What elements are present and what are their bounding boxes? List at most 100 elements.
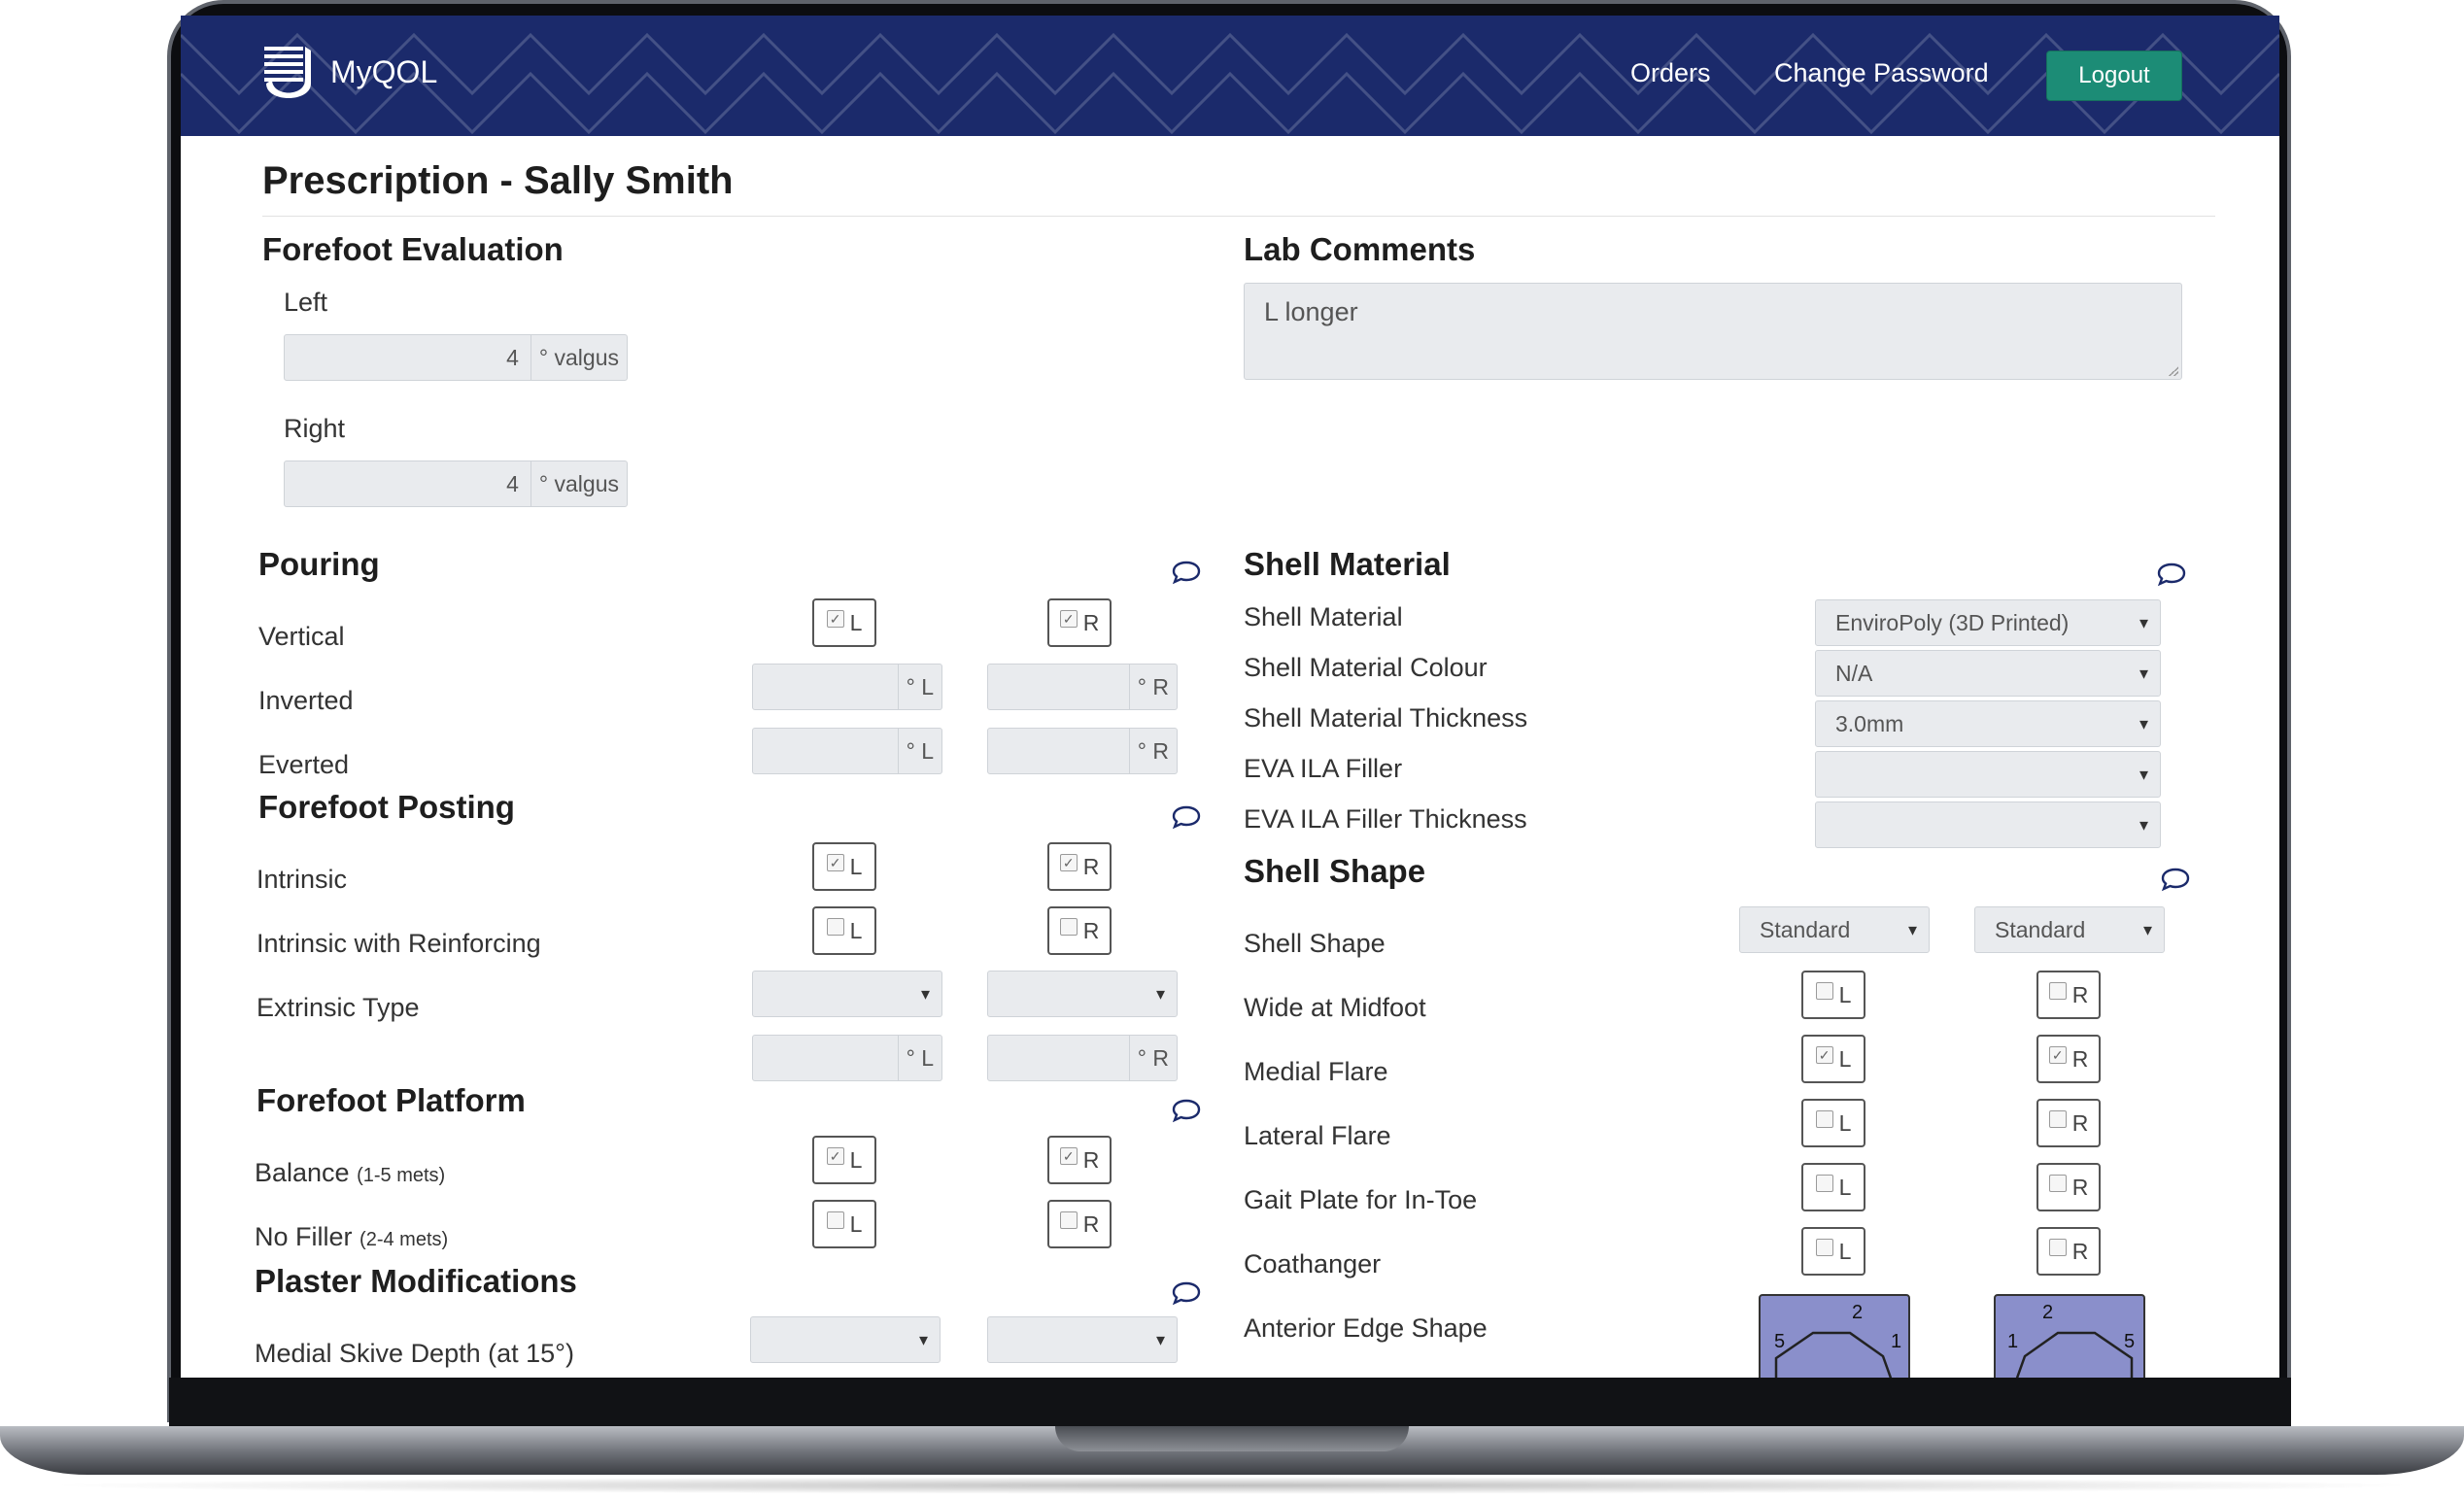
side-label: L [849, 1146, 863, 1173]
side-label: R [2071, 1174, 2089, 1200]
coathanger-left-checkbox[interactable]: L [1801, 1227, 1865, 1276]
deg-l-unit: ° L [897, 729, 941, 773]
app-screen: MyQOL Orders Change Password Logout Pres… [181, 16, 2279, 1378]
shell-shape-label: Shell Shape [1244, 929, 1386, 958]
no-filler-left-checkbox[interactable]: L [812, 1200, 876, 1248]
intrinsic-label: Intrinsic [257, 865, 348, 894]
medial-skive-left-select[interactable] [750, 1316, 941, 1363]
side-label: R [1082, 853, 1100, 879]
checkbox-box: ✓ [1815, 1046, 1833, 1064]
medial-flare-left-checkbox[interactable]: ✓ L [1801, 1035, 1865, 1083]
inverted-left-input[interactable]: ° L [752, 664, 942, 710]
gait-plate-left-checkbox[interactable]: L [1801, 1163, 1865, 1211]
gait-plate-right-checkbox[interactable]: R [2036, 1163, 2101, 1211]
no-filler-note: (2-4 mets) [359, 1229, 449, 1250]
side-label: L [849, 1210, 863, 1237]
left-label: Left [284, 288, 328, 317]
side-label: R [2071, 1045, 2089, 1072]
vertical-label: Vertical [258, 622, 345, 651]
forefoot-left-value: 4 [506, 345, 519, 370]
everted-right-input[interactable]: ° R [987, 728, 1178, 774]
lateral-flare-right-checkbox[interactable]: R [2036, 1099, 2101, 1147]
coathanger-label: Coathanger [1244, 1249, 1382, 1278]
no-filler-label: No Filler (2-4 mets) [255, 1222, 448, 1252]
lab-comments-textarea[interactable]: L longer [1244, 283, 2182, 380]
anterior-edge-right-image[interactable]: 1 2 5 [1994, 1294, 2145, 1378]
shell-thickness-select[interactable]: 3.0mm [1815, 700, 2161, 747]
balance-right-checkbox[interactable]: ✓ R [1047, 1136, 1112, 1184]
shell-shape-comment-icon[interactable] [2161, 867, 2190, 892]
plaster-modifications-heading: Plaster Modifications [255, 1263, 577, 1299]
nav-orders[interactable]: Orders [1630, 58, 1711, 88]
everted-label: Everted [258, 750, 350, 779]
laptop-notch [1055, 1426, 1409, 1451]
pouring-comment-icon[interactable] [1172, 560, 1201, 585]
checkbox-box: ✓ [826, 1147, 844, 1165]
anterior-edge-label: Anterior Edge Shape [1244, 1313, 1488, 1343]
shell-material-select[interactable]: EnviroPoly (3D Printed) [1815, 599, 2161, 646]
plaster-comment-icon[interactable] [1172, 1280, 1201, 1306]
checkbox-box: ✓ [1059, 610, 1078, 628]
brand[interactable]: MyQOL [262, 41, 437, 103]
checkbox-box [2048, 982, 2067, 1000]
shell-material-label: Shell Material [1244, 602, 1403, 631]
lab-comments-heading: Lab Comments [1244, 231, 1476, 267]
extrinsic-left-degree-input[interactable]: ° L [752, 1035, 942, 1081]
edge-label: 5 [1774, 1331, 1786, 1352]
side-label: R [2071, 1238, 2089, 1264]
coathanger-right-checkbox[interactable]: R [2036, 1227, 2101, 1276]
no-filler-text: No Filler [255, 1222, 353, 1251]
vertical-left-checkbox[interactable]: ✓ L [812, 598, 876, 647]
checkbox-box [1059, 1211, 1078, 1229]
checkbox-box: ✓ [2048, 1046, 2067, 1064]
eva-thickness-select[interactable] [1815, 801, 2161, 848]
balance-text: Balance [255, 1158, 350, 1187]
medial-skive-right-select[interactable] [987, 1316, 1178, 1363]
logout-button[interactable]: Logout [2046, 51, 2182, 101]
forefoot-posting-comment-icon[interactable] [1172, 804, 1201, 830]
checkbox-box [826, 918, 844, 936]
medial-skive-label: Medial Skive Depth (at 15°) [255, 1339, 574, 1368]
lateral-flare-left-checkbox[interactable]: L [1801, 1099, 1865, 1147]
forefoot-left-input[interactable]: 4 ° valgus [284, 334, 628, 381]
wide-midfoot-left-checkbox[interactable]: L [1801, 971, 1865, 1019]
shell-shape-right-select[interactable]: Standard [1974, 906, 2165, 953]
shell-material-comment-icon[interactable] [2157, 562, 2186, 587]
anterior-edge-left-image[interactable]: 5 2 1 [1759, 1294, 1910, 1378]
page-title: Prescription - Sally Smith [262, 159, 734, 202]
shell-shape-left-select[interactable]: Standard [1739, 906, 1930, 953]
inverted-right-input[interactable]: ° R [987, 664, 1178, 710]
eva-thickness-label: EVA ILA Filler Thickness [1244, 804, 1527, 834]
checkbox-box [2048, 1175, 2067, 1192]
checkbox-box [1815, 982, 1833, 1000]
eva-filler-select[interactable] [1815, 751, 2161, 798]
vertical-right-checkbox[interactable]: ✓ R [1047, 598, 1112, 647]
medial-flare-right-checkbox[interactable]: ✓ R [2036, 1035, 2101, 1083]
wide-midfoot-right-checkbox[interactable]: R [2036, 971, 2101, 1019]
intrinsic-left-checkbox[interactable]: ✓ L [812, 842, 876, 891]
no-filler-right-checkbox[interactable]: R [1047, 1200, 1112, 1248]
shell-colour-select[interactable]: N/A [1815, 650, 2161, 697]
side-label: L [1838, 1174, 1852, 1200]
side-label: R [1082, 609, 1100, 635]
everted-left-input[interactable]: ° L [752, 728, 942, 774]
checkbox-box [1815, 1110, 1833, 1128]
extrinsic-type-right-select[interactable] [987, 971, 1178, 1017]
brand-name: MyQOL [330, 53, 438, 89]
extrinsic-right-degree-input[interactable]: ° R [987, 1035, 1178, 1081]
inverted-label: Inverted [258, 686, 354, 715]
extrinsic-type-label: Extrinsic Type [257, 993, 420, 1022]
forefoot-platform-comment-icon[interactable] [1172, 1098, 1201, 1123]
side-label: L [849, 917, 863, 943]
nav-change-password[interactable]: Change Password [1774, 58, 1989, 88]
intrinsic-reinforcing-right-checkbox[interactable]: R [1047, 906, 1112, 955]
extrinsic-type-left-select[interactable] [752, 971, 942, 1017]
deg-l-unit: ° L [897, 1036, 941, 1080]
logo-icon [264, 47, 311, 98]
intrinsic-reinforcing-left-checkbox[interactable]: L [812, 906, 876, 955]
forefoot-right-input[interactable]: 4 ° valgus [284, 460, 628, 507]
intrinsic-right-checkbox[interactable]: ✓ R [1047, 842, 1112, 891]
checkbox-box [2048, 1239, 2067, 1256]
side-label: L [1838, 981, 1852, 1007]
balance-left-checkbox[interactable]: ✓ L [812, 1136, 876, 1184]
